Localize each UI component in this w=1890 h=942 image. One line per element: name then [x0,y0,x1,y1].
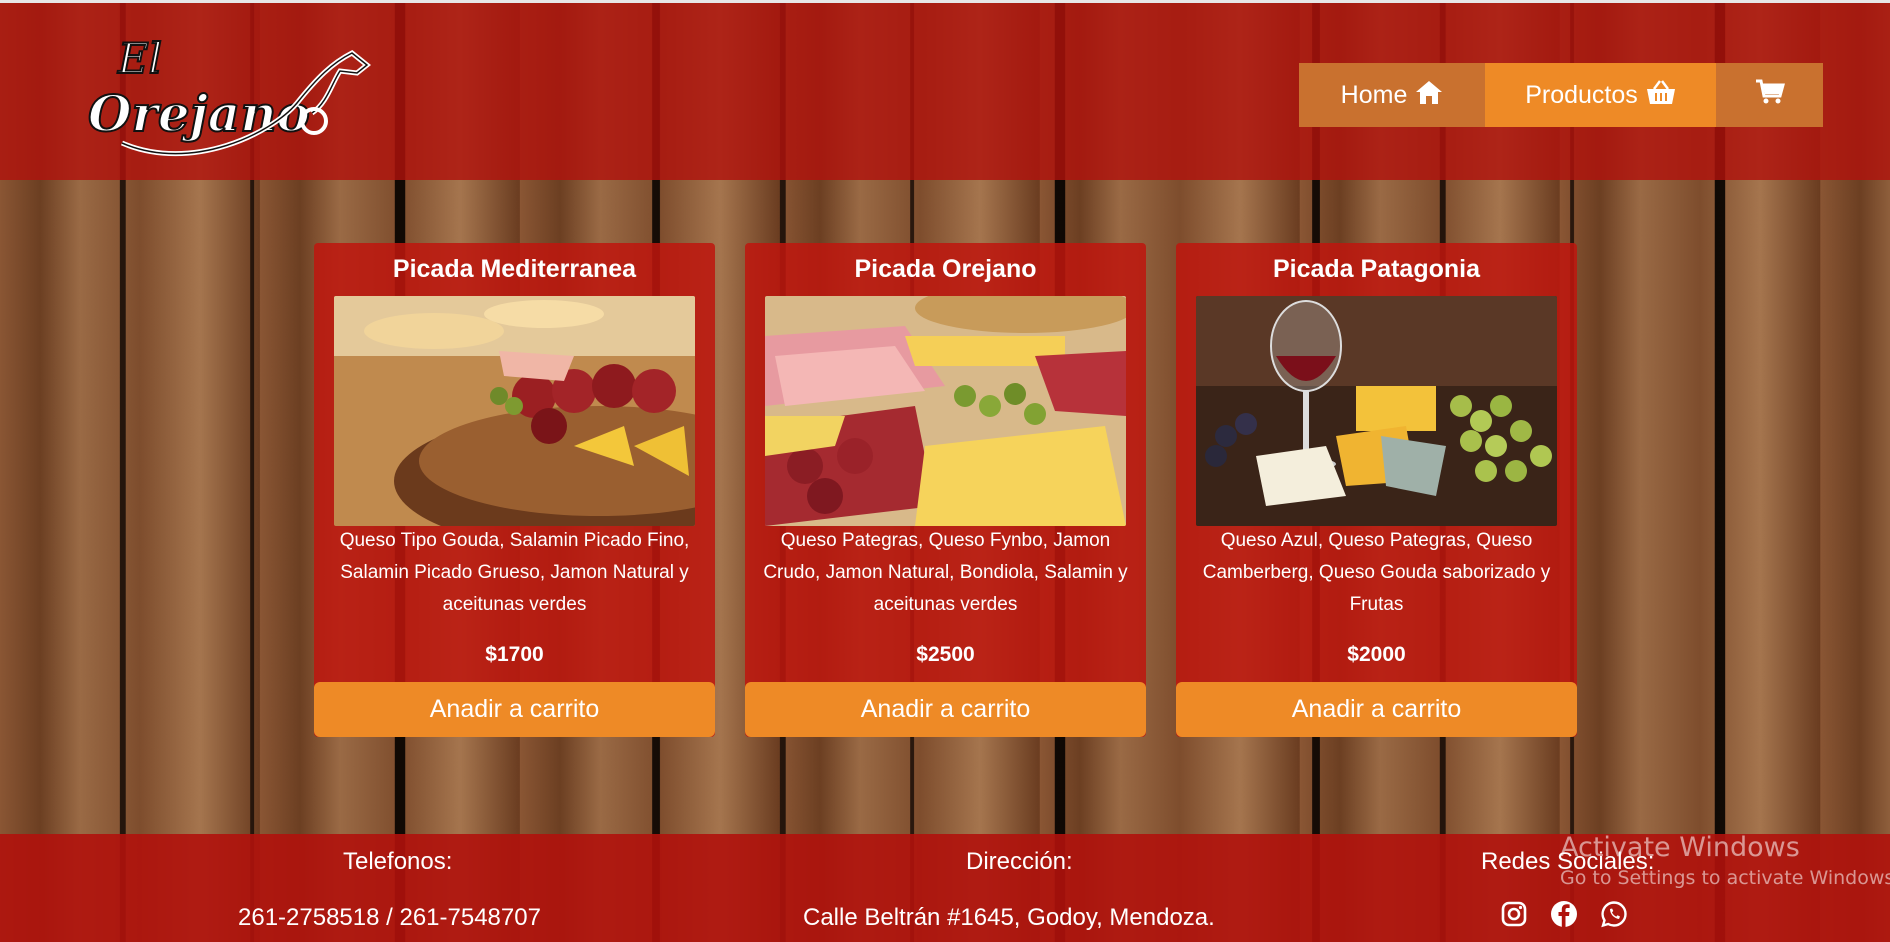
product-card: Picada Orejano Queso Pategras, Queso Fyn… [745,243,1146,737]
product-description: Queso Azul, Queso Pategras, Queso Camber… [1202,530,1551,615]
svg-text:Orejano: Orejano [88,84,310,143]
product-price: $1700 [485,643,544,666]
product-description: Queso Pategras, Queso Fynbo, Jamon Crudo… [763,530,1128,615]
site-header: El Orejano Home Productos [0,0,1890,180]
product-title: Picada Orejano [854,255,1037,283]
phones-heading: Telefonos: [343,848,453,875]
address-value: Calle Beltrán #1645, Godoy, Mendoza. [803,904,1215,931]
social-links [1500,900,1628,928]
activate-windows-watermark: Activate Windows Go to Settings to activ… [1560,832,1890,889]
nav-products[interactable]: Productos [1485,63,1716,127]
add-to-cart-button[interactable]: Anadir a carrito [1176,682,1577,737]
product-description: Queso Tipo Gouda, Salamin Picado Fino, S… [339,530,690,615]
whatsapp-icon[interactable] [1600,900,1628,928]
add-to-cart-button[interactable]: Anadir a carrito [745,682,1146,737]
product-price: $2500 [916,643,975,666]
nav-home[interactable]: Home [1299,63,1485,127]
product-price: $2000 [1347,643,1406,666]
add-to-cart-button[interactable]: Anadir a carrito [314,682,715,737]
product-card: Picada Mediterranea Queso Tipo Gouda, Sa… [314,243,715,737]
phones-value: 261-2758518 / 261-7548707 [238,904,541,931]
facebook-icon[interactable] [1550,900,1578,928]
product-card: Picada Patagonia Queso Azul, Queso Pateg… [1176,243,1577,737]
nav-products-label: Productos [1525,80,1638,109]
main-nav: Home Productos [1299,63,1823,127]
nav-cart[interactable] [1716,63,1823,127]
cart-icon [1755,79,1785,112]
address-heading: Dirección: [966,848,1073,875]
product-title: Picada Mediterranea [392,255,637,283]
product-image-wine-cheese-grapes [1196,296,1557,526]
product-image-charcuterie-board [334,296,695,526]
home-icon [1415,79,1443,112]
basket-icon [1646,79,1676,112]
product-image-cold-cuts-platter [765,296,1126,526]
svg-text:El: El [117,34,162,83]
nav-home-label: Home [1340,80,1408,109]
watermark-subtitle: Go to Settings to activate Windows. [1560,867,1890,889]
product-title: Picada Patagonia [1272,255,1481,283]
el-orejano-logo[interactable]: El Orejano [82,23,372,163]
instagram-icon[interactable] [1500,900,1528,928]
watermark-title: Activate Windows [1560,832,1800,863]
